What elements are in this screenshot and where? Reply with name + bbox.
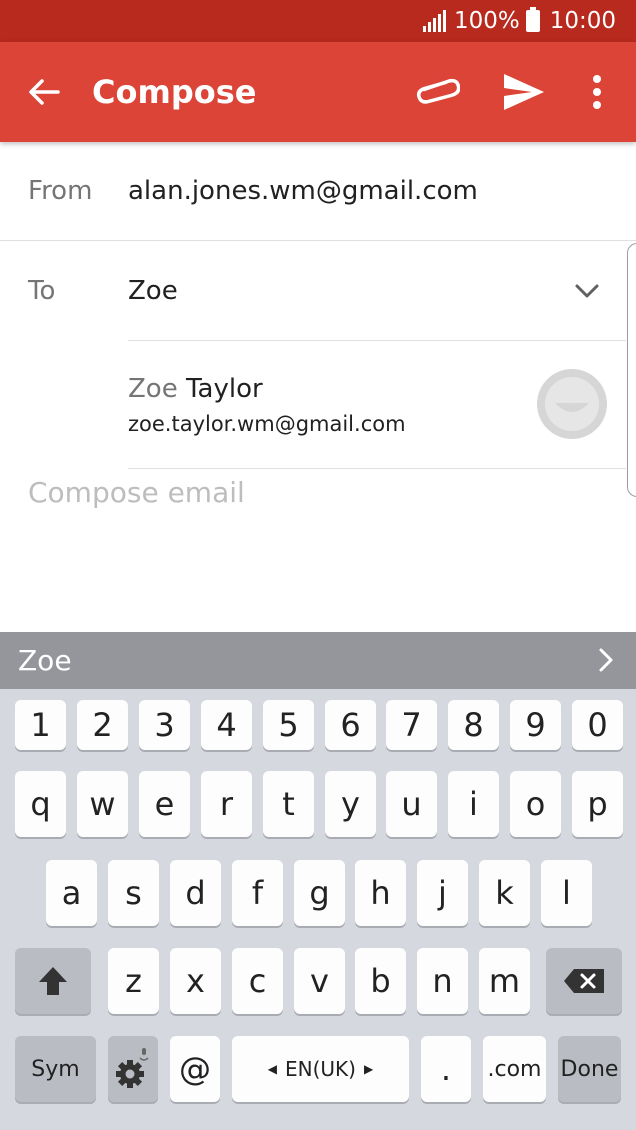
key-3[interactable]: 3 <box>139 700 190 750</box>
key-y[interactable]: y <box>325 771 376 837</box>
key-t[interactable]: t <box>263 771 314 837</box>
suggestion-name-typed: Zoe <box>128 374 178 404</box>
key-n[interactable]: n <box>417 948 468 1014</box>
suggestion-name[interactable]: Zoe Taylor <box>128 374 263 404</box>
dotcom-key[interactable]: .com <box>483 1036 546 1102</box>
key-d[interactable]: d <box>170 860 221 926</box>
done-key[interactable]: Done <box>558 1036 621 1102</box>
key-p[interactable]: p <box>572 771 623 837</box>
gear-icon <box>116 1048 149 1088</box>
avatar-face-icon <box>545 377 599 431</box>
prediction-bar: Zoe <box>0 632 636 689</box>
key-b[interactable]: b <box>355 948 406 1014</box>
prediction-word[interactable]: Zoe <box>18 644 72 677</box>
status-bar: 100% 10:00 <box>0 0 636 42</box>
to-input[interactable]: Zoe <box>128 276 178 306</box>
key-u[interactable]: u <box>386 771 437 837</box>
from-value[interactable]: alan.jones.wm@gmail.com <box>128 176 478 206</box>
key-a[interactable]: a <box>46 860 97 926</box>
caret-left-icon: ◀ <box>267 1062 278 1076</box>
caret-right-icon: ▶ <box>363 1062 374 1076</box>
key-z[interactable]: z <box>108 948 159 1014</box>
divider <box>128 468 626 469</box>
send-icon[interactable] <box>502 70 546 114</box>
arrow-left-icon[interactable] <box>24 72 64 112</box>
key-0[interactable]: 0 <box>572 700 623 750</box>
chevron-right-icon[interactable] <box>596 646 616 674</box>
key-v[interactable]: v <box>294 948 345 1014</box>
signal-icon <box>422 10 448 32</box>
backspace-icon <box>564 969 604 993</box>
compose-email-input[interactable]: Compose email <box>28 476 245 509</box>
key-s[interactable]: s <box>108 860 159 926</box>
shift-arrow-icon <box>39 967 67 995</box>
key-6[interactable]: 6 <box>325 700 376 750</box>
key-i[interactable]: i <box>448 771 499 837</box>
battery-icon <box>525 7 540 32</box>
key-h[interactable]: h <box>355 860 406 926</box>
divider <box>128 340 626 341</box>
key-r[interactable]: r <box>201 771 252 837</box>
key-8[interactable]: 8 <box>448 700 499 750</box>
backspace-key[interactable] <box>546 948 622 1014</box>
key-1[interactable]: 1 <box>15 700 66 750</box>
clock: 10:00 <box>549 8 616 34</box>
to-label: To <box>28 276 56 306</box>
key-w[interactable]: w <box>77 771 128 837</box>
key-5[interactable]: 5 <box>263 700 314 750</box>
suggestion-name-rest: Taylor <box>177 374 263 404</box>
key-g[interactable]: g <box>294 860 345 926</box>
at-key[interactable]: @ <box>170 1036 220 1102</box>
space-language-key[interactable]: ◀ EN(UK) ▶ <box>232 1036 409 1102</box>
key-j[interactable]: j <box>417 860 468 926</box>
avatar <box>537 369 607 439</box>
paperclip-icon[interactable] <box>414 72 460 112</box>
period-key[interactable]: . <box>421 1036 471 1102</box>
key-c[interactable]: c <box>232 948 283 1014</box>
key-o[interactable]: o <box>510 771 561 837</box>
shift-key[interactable] <box>15 948 91 1014</box>
chevron-down-icon[interactable] <box>572 280 602 304</box>
app-bar: Compose <box>0 42 636 142</box>
from-label: From <box>28 176 93 206</box>
key-7[interactable]: 7 <box>386 700 437 750</box>
settings-key[interactable] <box>108 1036 158 1102</box>
key-9[interactable]: 9 <box>510 700 561 750</box>
key-2[interactable]: 2 <box>77 700 128 750</box>
key-e[interactable]: e <box>139 771 190 837</box>
battery-percent: 100% <box>453 8 520 34</box>
key-k[interactable]: k <box>479 860 530 926</box>
edge-panel-handle[interactable] <box>627 243 636 497</box>
keyboard: 1 2 3 4 5 6 7 8 9 0 q w e r t y u i o p … <box>0 689 636 1130</box>
language-label: EN(UK) <box>285 1057 356 1081</box>
more-vert-icon[interactable] <box>584 70 610 114</box>
sym-key[interactable]: Sym <box>15 1036 96 1102</box>
key-4[interactable]: 4 <box>201 700 252 750</box>
key-l[interactable]: l <box>541 860 592 926</box>
suggestion-email[interactable]: zoe.taylor.wm@gmail.com <box>128 412 406 436</box>
divider <box>0 240 636 241</box>
key-x[interactable]: x <box>170 948 221 1014</box>
key-q[interactable]: q <box>15 771 66 837</box>
page-title: Compose <box>92 73 257 111</box>
key-f[interactable]: f <box>232 860 283 926</box>
key-m[interactable]: m <box>479 948 530 1014</box>
